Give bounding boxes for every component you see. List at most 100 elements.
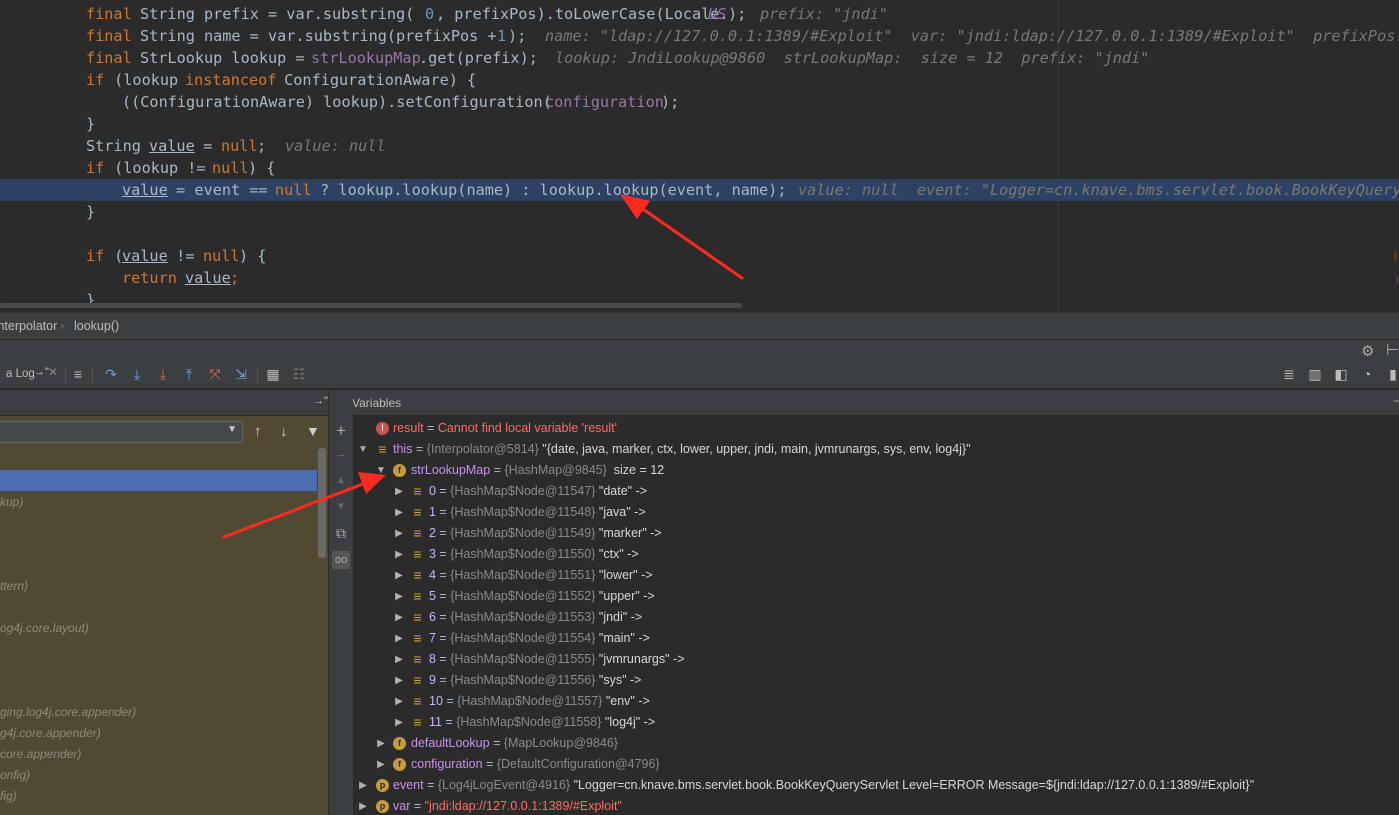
variable-row[interactable]: ▶ ≡ 1 = {HashMap$Node@11548} "java" -> <box>353 502 1399 523</box>
frame-item[interactable]: onfig) <box>0 768 30 782</box>
breadcrumb-class[interactable]: Interpolator <box>0 319 57 333</box>
expand-arrow-icon[interactable]: ▶ <box>393 523 405 544</box>
move-up-icon[interactable]: ▲ <box>332 472 350 490</box>
code-line[interactable]: if (lookup instanceof ConfigurationAware… <box>0 69 1399 91</box>
threads-icon[interactable]: ▥ <box>1306 365 1324 383</box>
expand-arrow-icon[interactable]: ▶ <box>375 754 387 775</box>
next-frame-icon[interactable]: ↓ <box>280 423 288 440</box>
code-line[interactable]: } <box>0 201 1399 223</box>
expand-arrow-icon[interactable]: ▶ <box>393 670 405 691</box>
variable-row[interactable]: ▶ ≡ 8 = {HashMap$Node@11555} "jvmrunargs" … <box>353 649 1399 670</box>
collapse-arrow-icon[interactable]: ▼ <box>375 460 387 481</box>
run-to-cursor-icon[interactable]: ⇲ <box>232 365 250 383</box>
restore-layout-icon[interactable]: ◧ <box>1332 365 1350 383</box>
console-log-tab[interactable]: a Log <box>6 368 35 380</box>
parameter-icon: p <box>376 779 389 792</box>
breadcrumb-method[interactable]: lookup() <box>74 319 119 333</box>
pin-tab-icon[interactable]: →" <box>34 366 49 378</box>
show-execution-point-icon[interactable]: ≡ <box>69 365 87 383</box>
variable-row[interactable]: ▶ ≡ 5 = {HashMap$Node@11552} "upper" -> <box>353 586 1399 607</box>
collapse-arrow-icon[interactable]: ▼ <box>357 439 369 460</box>
expand-arrow-icon[interactable]: ▶ <box>393 544 405 565</box>
minimize-icon[interactable]: − <box>1393 394 1399 408</box>
add-watch-icon[interactable]: + <box>332 422 350 440</box>
expand-arrow-icon[interactable]: ▶ <box>357 775 369 796</box>
expand-arrow-icon[interactable]: ▶ <box>393 481 405 502</box>
code-line[interactable]: final StrLookup lookup = strLookupMap .get… <box>0 47 1399 69</box>
thread-selector[interactable]: ▼ <box>0 421 243 443</box>
frame-item[interactable]: ging.log4j.core.appender) <box>0 705 136 719</box>
evaluate-expression-icon[interactable]: ▦ <box>264 365 282 383</box>
frame-item[interactable]: fig) <box>0 789 17 803</box>
previous-frame-icon[interactable]: ↑ <box>254 423 262 440</box>
remove-watch-icon[interactable]: − <box>332 446 350 464</box>
trace-stream-icon[interactable]: ☷ <box>290 365 308 383</box>
expand-arrow-icon[interactable]: ▶ <box>393 628 405 649</box>
expand-arrow-icon[interactable]: ▶ <box>357 796 369 815</box>
expand-arrow-icon[interactable]: ▶ <box>393 607 405 628</box>
expand-arrow-icon[interactable]: ▶ <box>393 502 405 523</box>
step-over-icon[interactable]: ↷ <box>102 365 120 383</box>
variable-row[interactable]: ▶ ≡ 11 = {HashMap$Node@11558} "log4j" -> <box>353 712 1399 733</box>
frame-item[interactable]: kup) <box>0 495 23 509</box>
move-down-icon[interactable]: ▼ <box>332 498 350 516</box>
frame-item[interactable]: core.appender) <box>0 747 81 761</box>
code-token: final <box>86 49 132 67</box>
code-token: } <box>86 203 96 221</box>
step-into-icon[interactable]: ⤓ <box>128 365 146 383</box>
variable-row[interactable]: ▶ ≡ 2 = {HashMap$Node@11549} "marker" -> <box>353 523 1399 544</box>
copy-icon[interactable]: ⧉ <box>332 524 350 542</box>
code-line[interactable]: if (value != null) { <box>0 245 1399 267</box>
variable-object-id: {HashMap$Node@11549} <box>450 526 596 540</box>
expand-arrow-icon[interactable]: ▶ <box>393 565 405 586</box>
code-editor[interactable]: final String prefix = var.substring(0, pr… <box>0 0 1399 312</box>
filter-icon[interactable]: ▼ <box>306 423 320 439</box>
columns-icon[interactable]: ▮ <box>1384 365 1399 383</box>
variable-row[interactable]: ▼ f strLookupMap = {HashMap@9845} size = 1… <box>353 460 1399 481</box>
variable-row[interactable]: ▶ f defaultLookup = {MapLookup@9846} <box>353 733 1399 754</box>
frame-item[interactable]: ttern) <box>0 579 28 593</box>
expand-arrow-icon[interactable]: ▶ <box>393 691 405 712</box>
variable-row[interactable]: ▶ ≡ 3 = {HashMap$Node@11550} "ctx" -> <box>353 544 1399 565</box>
expand-arrow-icon[interactable]: ▶ <box>393 586 405 607</box>
variable-object-id: {HashMap$Node@11550} <box>450 547 596 561</box>
expand-arrow-icon[interactable]: ▶ <box>393 712 405 733</box>
editor-horizontal-scrollbar[interactable] <box>0 303 742 308</box>
code-line[interactable]: } <box>0 113 1399 135</box>
variable-row[interactable]: ▶ p event = {Log4jLogEvent@4916} "Logger=c… <box>353 775 1399 796</box>
code-token: if <box>86 247 105 265</box>
variable-row[interactable]: ! result = Cannot find local variable 're… <box>353 418 1399 439</box>
close-tab-icon[interactable]: ✕ <box>48 365 58 379</box>
frame-item[interactable]: og4j.core.layout) <box>0 621 89 635</box>
frame-item[interactable]: g4j.core.appender) <box>0 726 101 740</box>
variable-row[interactable]: ▶ ≡ 6 = {HashMap$Node@11553} "jndi" -> <box>353 607 1399 628</box>
selected-frame[interactable] <box>0 470 317 491</box>
layout-icon[interactable]: ≣ <box>1280 365 1298 383</box>
variable-row[interactable]: ▶ ≡ 7 = {HashMap$Node@11554} "main" -> <box>353 628 1399 649</box>
current-execution-line[interactable]: value = event == null ? lookup.lookup(na… <box>0 179 1399 201</box>
code-line[interactable]: if (lookup != null) { <box>0 157 1399 179</box>
code-line[interactable]: ((ConfigurationAware) lookup).setConfigu… <box>0 91 1399 113</box>
variable-row[interactable]: ▶ ≡ 0 = {HashMap$Node@11547} "date" -> <box>353 481 1399 502</box>
drop-frame-icon[interactable]: ⤧ <box>206 365 224 383</box>
code-line[interactable]: final String prefix = var.substring(0, pr… <box>0 3 1399 25</box>
code-line[interactable]: final String name = var.substring(prefixP… <box>0 25 1399 47</box>
settings-gear-icon[interactable]: ⚙ <box>1361 342 1374 360</box>
code-line[interactable]: return value; <box>0 267 1399 289</box>
code-line[interactable]: String value = null; value: null <box>0 135 1399 157</box>
pin-icon[interactable]: →" <box>313 395 328 407</box>
memory-gauge-icon[interactable]: ◔ <box>1358 365 1376 383</box>
frames-scrollbar[interactable] <box>318 448 326 558</box>
variable-row[interactable]: ▼ ≡ this = {Interpolator@5814} "{date, jav… <box>353 439 1399 460</box>
variable-row[interactable]: ▶ p var = "jndi:ldap://127.0.0.1:1389/#Exp… <box>353 796 1399 815</box>
variable-row[interactable]: ▶ ≡ 9 = {HashMap$Node@11556} "sys" -> <box>353 670 1399 691</box>
variable-row[interactable]: ▶ ≡ 4 = {HashMap$Node@11551} "lower" -> <box>353 565 1399 586</box>
step-out-icon[interactable]: ⤒ <box>180 365 198 383</box>
variable-row[interactable]: ▶ ≡ 10 = {HashMap$Node@11557} "env" -> <box>353 691 1399 712</box>
force-step-into-icon[interactable]: ⤓ <box>154 365 172 383</box>
expand-arrow-icon[interactable]: ▶ <box>375 733 387 754</box>
expand-arrow-icon[interactable]: ▶ <box>393 649 405 670</box>
variable-row[interactable]: ▶ f configuration = {DefaultConfiguration@… <box>353 754 1399 775</box>
glasses-icon[interactable]: oo <box>332 551 350 569</box>
hide-panel-icon[interactable]: ⊢ <box>1386 341 1399 359</box>
